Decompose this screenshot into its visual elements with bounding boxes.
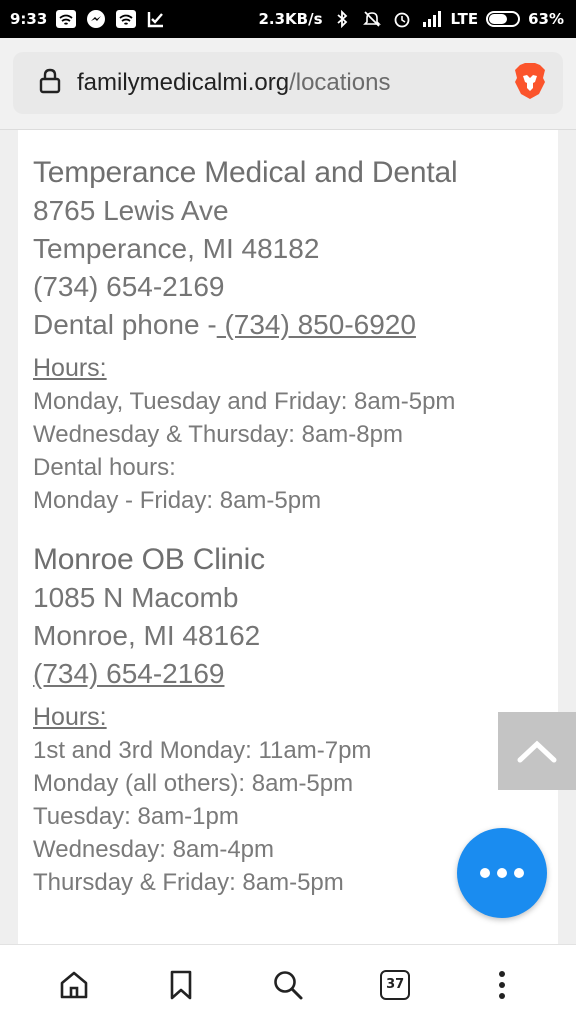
network-type: LTE bbox=[450, 10, 479, 28]
address-line-2: Temperance, MI 48182 bbox=[33, 233, 320, 264]
page-content: Temperance Medical and Dental 8765 Lewis… bbox=[0, 130, 576, 944]
more-vertical-icon bbox=[499, 970, 506, 999]
url-text[interactable]: familymedicalmi.org/locations bbox=[77, 69, 513, 97]
messenger-icon bbox=[85, 8, 107, 30]
lock-icon bbox=[39, 68, 61, 99]
phone-link[interactable]: (734) 654-2169 bbox=[33, 655, 558, 693]
location-temperance: Temperance Medical and Dental 8765 Lewis… bbox=[33, 154, 558, 517]
browser-bottom-nav: 37 bbox=[0, 944, 576, 1024]
home-button[interactable] bbox=[44, 955, 104, 1015]
search-button[interactable] bbox=[258, 955, 318, 1015]
battery-icon bbox=[486, 11, 521, 27]
location-name: Temperance Medical and Dental bbox=[33, 156, 458, 189]
hours-line: 1st and 3rd Monday: 11am-7pm bbox=[33, 737, 372, 764]
status-time: 9:33 bbox=[10, 10, 48, 28]
location-name: Monroe OB Clinic bbox=[33, 543, 265, 576]
network-speed: 2.3KB/s bbox=[258, 10, 323, 28]
back-to-top-button[interactable] bbox=[498, 712, 576, 790]
locations-card: Temperance Medical and Dental 8765 Lewis… bbox=[18, 130, 558, 944]
battery-percent: 63% bbox=[528, 10, 564, 28]
address-line-1: 1085 N Macomb bbox=[33, 582, 239, 613]
status-bar: 9:33 2.3KB/s LTE 63% bbox=[0, 0, 576, 38]
address-bar[interactable]: familymedicalmi.org/locations bbox=[13, 52, 563, 114]
hours-line: Monday - Friday: 8am-5pm bbox=[33, 487, 322, 514]
mute-icon bbox=[361, 8, 383, 30]
hours-line: Dental hours: bbox=[33, 454, 176, 481]
chat-button[interactable] bbox=[457, 828, 547, 918]
tab-count: 37 bbox=[380, 969, 411, 1000]
hours-line: Monday, Tuesday and Friday: 8am-5pm bbox=[33, 388, 456, 415]
signal-icon bbox=[421, 8, 443, 30]
search-icon bbox=[274, 970, 303, 999]
bluetooth-icon bbox=[331, 8, 353, 30]
tabs-button[interactable]: 37 bbox=[365, 955, 425, 1015]
menu-button[interactable] bbox=[472, 955, 532, 1015]
hours-label: Hours: bbox=[33, 703, 107, 731]
battery-level-fill bbox=[489, 14, 507, 24]
more-dots-icon bbox=[480, 868, 524, 878]
dot bbox=[497, 868, 507, 878]
bookmarks-button[interactable] bbox=[151, 955, 211, 1015]
hours-label: Hours: bbox=[33, 354, 107, 382]
notification-check-icon bbox=[145, 8, 167, 30]
chevron-up-icon bbox=[517, 740, 557, 763]
status-bar-left: 9:33 bbox=[10, 8, 167, 30]
wifi-icon bbox=[55, 8, 77, 30]
dot bbox=[480, 868, 490, 878]
bookmark-icon bbox=[170, 970, 192, 999]
hours-line: Tuesday: 8am-1pm bbox=[33, 803, 239, 830]
phone-number: (734) 654-2169 bbox=[33, 271, 225, 302]
browser-toolbar: familymedicalmi.org/locations bbox=[0, 38, 576, 130]
address-line-1: 8765 Lewis Ave bbox=[33, 195, 229, 226]
address-line-2: Monroe, MI 48162 bbox=[33, 620, 261, 651]
dental-phone-link[interactable]: (734) 850-6920 bbox=[217, 309, 416, 340]
url-domain: familymedicalmi.org bbox=[77, 69, 290, 96]
brave-lion-icon[interactable] bbox=[513, 62, 547, 105]
dot bbox=[514, 868, 524, 878]
status-bar-right: 2.3KB/s LTE 63% bbox=[258, 8, 564, 30]
dental-phone-row: Dental phone - (734) 850-6920 bbox=[33, 306, 558, 344]
dental-phone-label: Dental phone - bbox=[33, 309, 217, 340]
alarm-icon bbox=[391, 8, 413, 30]
home-icon bbox=[60, 971, 87, 998]
hours-line: Monday (all others): 8am-5pm bbox=[33, 770, 354, 797]
url-path: /locations bbox=[289, 69, 391, 96]
wifi-icon-secondary bbox=[115, 8, 137, 30]
hours-line: Wednesday & Thursday: 8am-8pm bbox=[33, 421, 403, 448]
